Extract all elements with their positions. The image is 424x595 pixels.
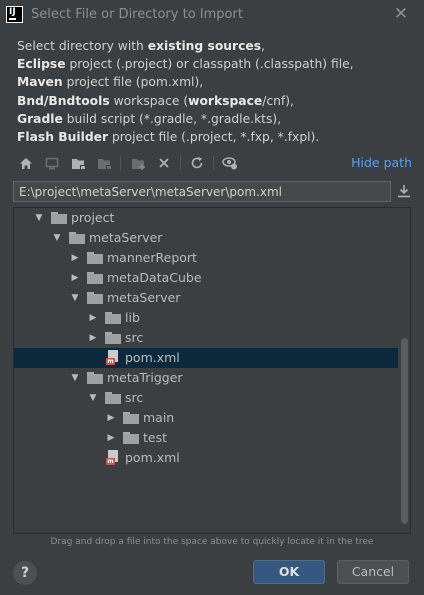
collapsed-arrow-icon[interactable]: ▶ (88, 313, 98, 323)
drag-drop-hint: Drag and drop a file into the space abov… (50, 537, 374, 547)
folder-icon (87, 292, 103, 304)
tree-item-label: main (143, 410, 175, 425)
module-folder-icon[interactable] (95, 154, 113, 172)
expanded-arrow-icon[interactable]: ▼ (88, 393, 98, 403)
tree-item-label: metaServer (107, 290, 181, 305)
tree-item-label: metaServer (89, 230, 163, 245)
tree-scrollbar[interactable] (401, 338, 408, 524)
folder-icon (105, 392, 121, 404)
tree-item-main[interactable]: ▶ main (14, 408, 398, 428)
tree-item-label: project (71, 210, 115, 225)
maven-file-icon: m (106, 450, 120, 466)
project-folder-icon[interactable] (69, 154, 87, 172)
collapsed-arrow-icon[interactable]: ▶ (70, 273, 80, 283)
refresh-icon[interactable] (188, 154, 206, 172)
expanded-arrow-icon[interactable]: ▼ (52, 233, 62, 243)
file-tree[interactable]: ▼ project ▼ metaServer ▶ mannerReport ▶ … (13, 207, 411, 534)
path-input[interactable] (13, 181, 391, 202)
help-button[interactable]: ? (13, 561, 37, 585)
file-chooser-toolbar: Hide path (12, 151, 412, 175)
folder-icon (105, 332, 121, 344)
tree-item-label: test (143, 430, 168, 445)
tree-item-metatrigger[interactable]: ▼ metaTrigger (14, 368, 398, 388)
tree-item-src[interactable]: ▶ src (14, 328, 398, 348)
toolbar-separator (180, 156, 181, 170)
title-bar: IJ Select File or Directory to Import ✕ (0, 0, 424, 30)
toolbar-separator (213, 156, 214, 170)
desktop-icon[interactable] (43, 154, 61, 172)
home-icon[interactable] (17, 154, 35, 172)
new-folder-icon[interactable] (129, 154, 147, 172)
folder-icon (87, 272, 103, 284)
tree-item-pom-selected[interactable]: m pom.xml (14, 348, 398, 368)
tree-item-label: metaTrigger (107, 370, 183, 385)
tree-item-metaserver[interactable]: ▼ metaServer (14, 228, 398, 248)
tree-item-mannerreport[interactable]: ▶ mannerReport (14, 248, 398, 268)
tree-item-metaserver-inner[interactable]: ▼ metaServer (14, 288, 398, 308)
collapsed-arrow-icon[interactable]: ▶ (106, 413, 116, 423)
expanded-arrow-icon[interactable]: ▼ (34, 213, 44, 223)
folder-icon (123, 432, 139, 444)
show-hidden-icon[interactable] (221, 154, 239, 172)
collapsed-arrow-icon[interactable]: ▶ (70, 253, 80, 263)
folder-icon (51, 212, 67, 224)
tree-item-label: pom.xml (125, 450, 180, 465)
intellij-logo-icon: IJ (6, 6, 23, 23)
tree-item-label: src (125, 390, 144, 405)
window-title: Select File or Directory to Import (31, 7, 243, 22)
tree-item-test[interactable]: ▶ test (14, 428, 398, 448)
tree-item-label: src (125, 330, 144, 345)
collapsed-arrow-icon[interactable]: ▶ (106, 433, 116, 443)
tree-item-label: metaDataCube (107, 270, 202, 285)
expanded-arrow-icon[interactable]: ▼ (70, 373, 80, 383)
tree-item-label: mannerReport (107, 250, 197, 265)
folder-icon (87, 372, 103, 384)
folder-icon (105, 312, 121, 324)
description: Select directory with existing sources, … (17, 39, 354, 145)
tree-item-lib[interactable]: ▶ lib (14, 308, 398, 328)
collapsed-arrow-icon[interactable]: ▶ (88, 333, 98, 343)
hide-path-link[interactable]: Hide path (351, 155, 412, 170)
toolbar-separator (120, 156, 121, 170)
folder-icon (123, 412, 139, 424)
tree-item-label: pom.xml (125, 350, 180, 365)
folder-icon (87, 252, 103, 264)
cancel-button[interactable]: Cancel (337, 560, 409, 584)
tree-item-pom-trigger[interactable]: m pom.xml (14, 448, 398, 468)
ok-button[interactable]: OK (253, 560, 325, 584)
tree-item-project[interactable]: ▼ project (14, 208, 398, 228)
tree-item-label: lib (125, 310, 140, 325)
delete-icon[interactable] (155, 154, 173, 172)
folder-icon (69, 232, 85, 244)
download-icon[interactable] (396, 183, 412, 199)
tree-item-metadatacube[interactable]: ▶ metaDataCube (14, 268, 398, 288)
close-icon[interactable]: ✕ (392, 5, 410, 23)
tree-item-src-trigger[interactable]: ▼ src (14, 388, 398, 408)
maven-file-icon: m (106, 350, 120, 366)
expanded-arrow-icon[interactable]: ▼ (70, 293, 80, 303)
